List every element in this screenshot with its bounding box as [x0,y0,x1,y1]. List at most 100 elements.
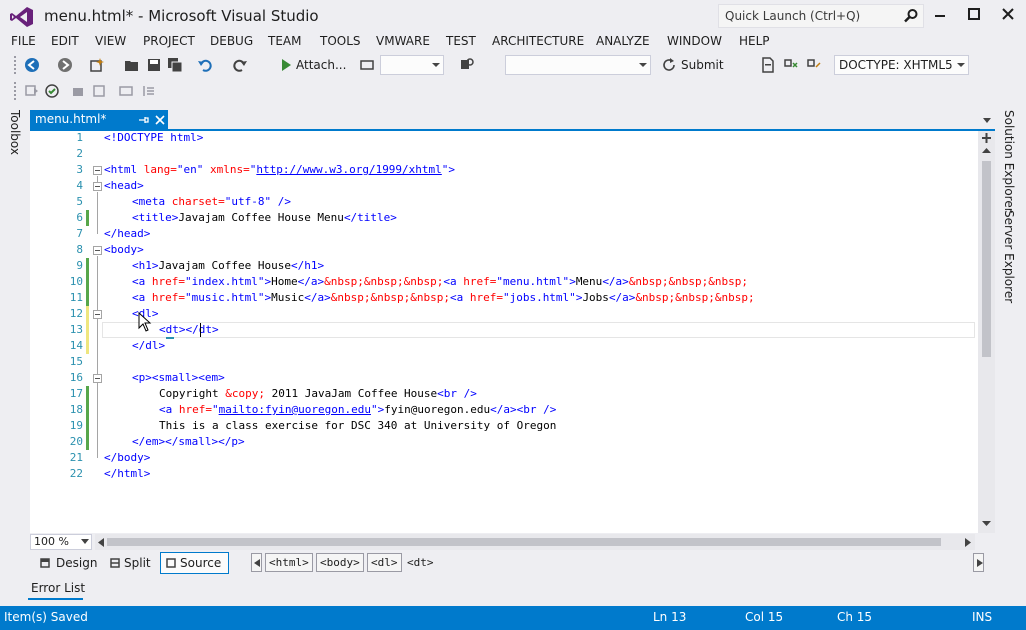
menu-analyze[interactable]: ANALYZE [596,34,650,48]
code-line-13[interactable]: <dt></dt> [159,322,219,338]
save-all-icon[interactable] [167,57,183,73]
quick-launch-box[interactable]: Quick Launch (Ctrl+Q) [718,4,924,28]
code-line-20[interactable]: </em></small></p> [132,434,245,450]
check-out-icon[interactable] [806,57,822,73]
collapse-icon[interactable] [93,166,102,175]
menu-help[interactable]: HELP [739,34,770,48]
design-view-button[interactable]: Design [38,552,98,574]
url-link[interactable]: http://www.w3.org/1999/xhtml [256,163,441,176]
collapse-icon[interactable] [93,182,102,191]
tab-close-icon[interactable] [153,113,167,127]
check-in-icon[interactable] [783,57,799,73]
debug-target-icon[interactable] [359,57,375,73]
toggle-icon[interactable] [118,83,134,99]
run-tests-icon[interactable] [44,83,60,99]
code-line-16[interactable]: <p><small><em> [132,370,225,386]
close-icon[interactable] [998,6,1018,24]
layer-icon[interactable] [70,83,86,99]
maximize-icon[interactable] [964,6,984,24]
toolbox-tab[interactable]: Toolbox [8,110,22,155]
menu-window[interactable]: WINDOW [667,34,722,48]
menu-view[interactable]: VIEW [95,34,126,48]
source-view-button[interactable]: Source [160,552,229,574]
grid-icon[interactable] [91,83,107,99]
undo-icon[interactable] [197,57,213,73]
find-symbol-icon[interactable] [459,57,475,73]
menu-vmware[interactable]: VMWARE [376,34,430,48]
start-debug-icon[interactable] [278,57,294,73]
forward-icon[interactable] [57,57,73,73]
line-number: 1 [76,131,83,144]
split-handle-icon[interactable] [981,133,992,143]
save-icon[interactable] [146,57,162,73]
tab-menu-html[interactable]: menu.html* [30,110,168,130]
zoom-combo[interactable]: 100 % [30,534,92,550]
code-line-5[interactable]: <meta charset="utf-8" /> [132,194,291,210]
code-line-4[interactable]: <head> [104,178,144,194]
code-line-14[interactable]: </dl> [132,338,165,354]
server-explorer-tab[interactable]: Server Explorer [1002,210,1016,303]
code-line-7[interactable]: </head> [104,226,150,242]
collapse-icon[interactable] [93,374,102,383]
menu-file[interactable]: FILE [11,34,36,48]
redo-icon[interactable] [232,57,248,73]
breadcrumb-html[interactable]: <html> [265,553,313,572]
breadcrumb-dt[interactable]: <dt> [403,553,438,572]
breadcrumb-dl[interactable]: <dl> [367,553,402,572]
collapse-icon[interactable] [93,246,102,255]
breadcrumb-left-button[interactable] [251,553,262,572]
solution-explorer-tab[interactable]: Solution Explorer [1002,110,1016,213]
solution-config-combo[interactable] [380,55,444,75]
tag-token: </a> [297,275,325,288]
code-line-22[interactable]: </html> [104,466,150,482]
menu-team[interactable]: TEAM [268,34,301,48]
error-list-tab[interactable]: Error List [31,581,85,595]
menu-test[interactable]: TEST [446,34,476,48]
code-line-21[interactable]: </body> [104,450,150,466]
code-line-1[interactable]: <!DOCTYPE html> [104,130,203,146]
code-line-19[interactable]: This is a class exercise for DSC 340 at … [159,418,556,434]
horizontal-scrollbar[interactable] [95,534,975,550]
mailto-link[interactable]: mailto:fyin@uoregon.edu [219,403,371,416]
vertical-scroll-thumb[interactable] [982,161,991,357]
menu-tools[interactable]: TOOLS [320,34,361,48]
minimize-icon[interactable] [930,6,950,24]
code-line-8[interactable]: <body> [104,242,144,258]
scroll-down-icon[interactable] [981,519,992,527]
code-line-3[interactable]: <html lang="en" xmlns="http://www.w3.org… [104,162,455,178]
new-project-icon[interactable] [89,57,105,73]
back-icon[interactable] [24,57,40,73]
submit-button[interactable]: Submit [681,58,724,72]
code-line-17[interactable]: Copyright &copy; 2011 JavaJam Coffee Hou… [159,386,477,402]
step-icon[interactable] [24,83,40,99]
refresh-icon[interactable] [661,57,677,73]
scroll-up-icon[interactable] [981,147,992,155]
document-icon[interactable] [760,57,776,73]
horizontal-scroll-thumb[interactable] [107,538,941,546]
scroll-left-icon[interactable] [97,538,105,547]
menu-project[interactable]: PROJECT [143,34,195,48]
format-icon[interactable] [141,83,157,99]
menu-architecture[interactable]: ARCHITECTURE [492,34,584,48]
code-line-9[interactable]: <h1>Javajam Coffee House</h1> [132,258,324,274]
code-line-18[interactable]: <a href="mailto:fyin@uoregon.edu">fyin@u… [159,402,556,418]
breadcrumb-body[interactable]: <body> [316,553,364,572]
scroll-right-icon[interactable] [964,538,972,547]
code-line-11[interactable]: <a href="music.html">Music</a>&nbsp;&nbs… [132,290,755,306]
collapse-icon[interactable] [93,310,102,319]
find-combo[interactable] [505,55,651,75]
code-line-10[interactable]: <a href="index.html">Home</a>&nbsp;&nbsp… [132,274,748,290]
split-view-button[interactable]: Split [108,552,158,574]
pin-icon[interactable] [136,113,150,127]
menu-debug[interactable]: DEBUG [210,34,253,48]
open-file-icon[interactable] [124,57,140,73]
breadcrumb-right-button[interactable] [973,553,984,572]
code-line-6[interactable]: <title>Javajam Coffee House Menu</title> [132,210,397,226]
tab-overflow-icon[interactable] [981,115,993,125]
attach-button[interactable]: Attach... [296,58,346,72]
toolbar-grip[interactable] [14,56,18,74]
toolbar-grip[interactable] [14,82,18,100]
doctype-combo[interactable]: DOCTYPE: XHTML5 [834,55,969,75]
menu-edit[interactable]: EDIT [51,34,79,48]
vertical-scrollbar[interactable] [978,131,995,533]
